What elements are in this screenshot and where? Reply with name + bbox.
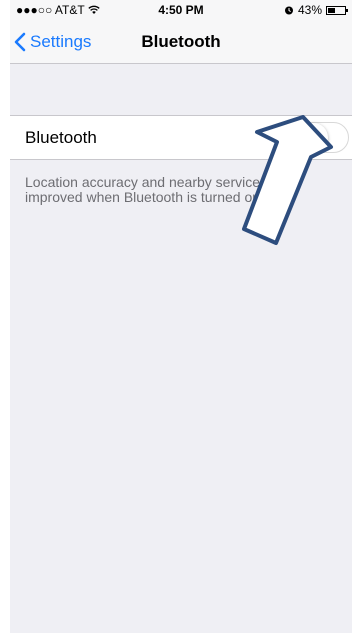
bluetooth-footer-note: Location accuracy and nearby services ar… [25, 174, 292, 205]
bluetooth-toggle[interactable] [298, 122, 349, 153]
settings-screen: ●●●○○ AT&T 4:50 PM 43% Settings Bluetoot… [10, 0, 352, 633]
status-right: 43% [284, 3, 348, 17]
page-title: Bluetooth [141, 32, 221, 51]
battery-percent: 43% [297, 3, 322, 17]
alarm-icon [284, 6, 293, 15]
bluetooth-label: Bluetooth [25, 128, 97, 147]
battery-fill [328, 7, 335, 13]
battery-icon [326, 5, 348, 15]
navigation-bar: Settings Bluetooth [10, 20, 352, 64]
toggle-knob [299, 123, 328, 152]
status-bar: ●●●○○ AT&T 4:50 PM 43% [10, 0, 352, 20]
bluetooth-setting-row: Bluetooth [10, 115, 352, 160]
